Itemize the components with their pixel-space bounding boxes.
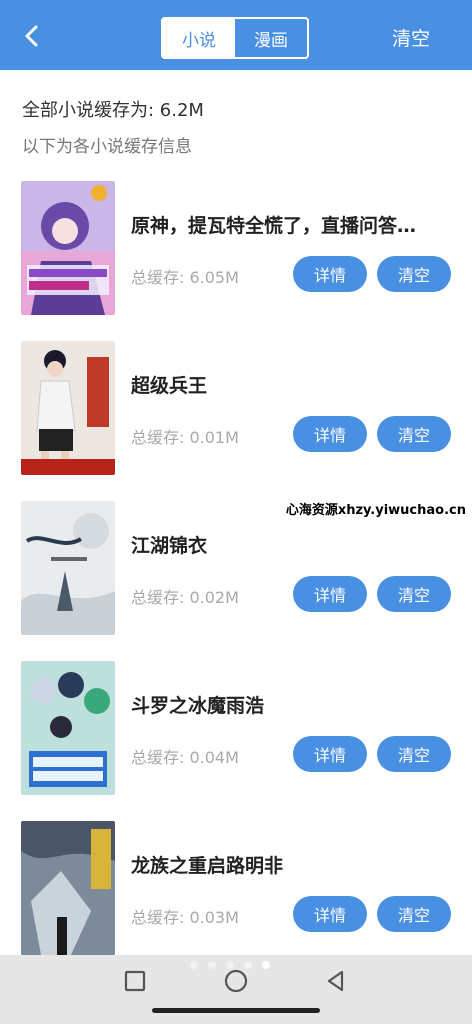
system-navbar bbox=[0, 955, 472, 1024]
back-triangle-icon[interactable] bbox=[322, 967, 350, 995]
cache-size: 总缓存: 0.03M bbox=[131, 908, 239, 927]
list-item: 原神，提瓦特全慌了，直播问答聊... 总缓存: 6.05M 详情 清空 bbox=[0, 160, 472, 320]
list-item: 斗罗之冰魔雨浩 总缓存: 0.04M 详情 清空 bbox=[0, 640, 472, 800]
clear-button[interactable]: 清空 bbox=[377, 256, 451, 292]
clear-button[interactable]: 清空 bbox=[377, 576, 451, 612]
cache-summary: 全部小说缓存为: 6.2M bbox=[22, 100, 204, 121]
cache-list: 原神，提瓦特全慌了，直播问答聊... 总缓存: 6.05M 详情 清空 超级兵王… bbox=[0, 160, 472, 955]
detail-button[interactable]: 详情 bbox=[293, 896, 367, 932]
clear-button[interactable]: 清空 bbox=[377, 416, 451, 452]
clear-button[interactable]: 清空 bbox=[377, 896, 451, 932]
tab-comic[interactable]: 漫画 bbox=[235, 19, 307, 57]
detail-button[interactable]: 详情 bbox=[293, 576, 367, 612]
book-title: 原神，提瓦特全慌了，直播问答聊... bbox=[131, 215, 431, 237]
back-icon[interactable] bbox=[18, 22, 46, 50]
tab-novel[interactable]: 小说 bbox=[163, 19, 235, 57]
list-item: 超级兵王 总缓存: 0.01M 详情 清空 bbox=[0, 320, 472, 480]
cache-size: 总缓存: 6.05M bbox=[131, 268, 239, 287]
book-title: 超级兵王 bbox=[131, 375, 208, 397]
home-icon[interactable] bbox=[222, 967, 250, 995]
book-cover-image[interactable] bbox=[21, 181, 115, 315]
indicator-dot bbox=[208, 961, 216, 969]
book-title: 江湖锦衣 bbox=[131, 535, 208, 557]
app-header: 小说 漫画 清空 bbox=[0, 0, 472, 70]
detail-button[interactable]: 详情 bbox=[293, 256, 367, 292]
clear-button[interactable]: 清空 bbox=[377, 736, 451, 772]
cache-size: 总缓存: 0.04M bbox=[131, 748, 239, 767]
list-item: 龙族之重启路明非 总缓存: 0.03M 详情 清空 bbox=[0, 800, 472, 955]
cache-size: 总缓存: 0.02M bbox=[131, 588, 239, 607]
book-title: 龙族之重启路明非 bbox=[131, 855, 284, 877]
recent-apps-icon[interactable] bbox=[121, 967, 149, 995]
detail-button[interactable]: 详情 bbox=[293, 416, 367, 452]
detail-button[interactable]: 详情 bbox=[293, 736, 367, 772]
book-title: 斗罗之冰魔雨浩 bbox=[131, 695, 265, 717]
indicator-dot bbox=[190, 961, 198, 969]
category-tabs: 小说 漫画 bbox=[161, 17, 309, 59]
cache-size: 总缓存: 0.01M bbox=[131, 428, 239, 447]
gesture-bar[interactable] bbox=[152, 1008, 320, 1013]
book-cover-image[interactable] bbox=[21, 341, 115, 475]
clear-all-button[interactable]: 清空 bbox=[392, 24, 430, 51]
book-cover-image[interactable] bbox=[21, 661, 115, 795]
watermark-text: 心海资源xhzy.yiwuchao.cn bbox=[285, 503, 466, 518]
indicator-dot-active bbox=[262, 961, 270, 969]
cache-subinfo: 以下为各小说缓存信息 bbox=[22, 137, 192, 157]
book-cover-image[interactable] bbox=[21, 821, 115, 955]
book-cover-image[interactable] bbox=[21, 501, 115, 635]
